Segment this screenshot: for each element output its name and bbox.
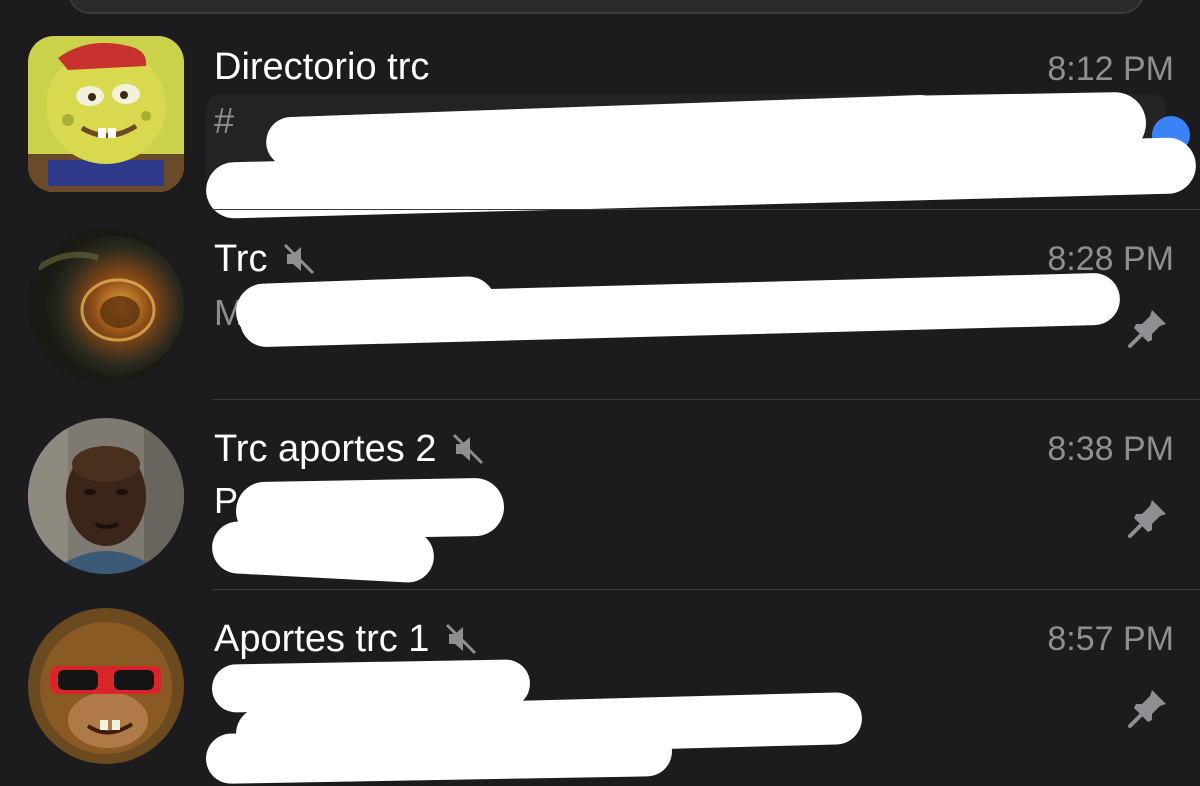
chat-title-line: Trc aportes 2: [214, 426, 486, 472]
pin-icon: [1128, 690, 1166, 728]
chat-time: 8:57 PM: [1047, 620, 1174, 658]
muted-speaker-icon: [443, 621, 479, 657]
chat-title-line: Directorio trc: [214, 44, 429, 90]
muted-speaker-icon: [281, 241, 317, 277]
redaction-mark: [205, 725, 673, 785]
monkey-sunglasses-avatar-image: [28, 608, 184, 764]
planet-avatar-image: [28, 228, 184, 384]
chat-title: Directorio trc: [214, 45, 430, 88]
pin-icon: [1128, 500, 1166, 538]
chat-row-trc[interactable]: Trc 8:28 PM M: [0, 210, 1200, 400]
sponge-cartoon-avatar: [28, 36, 184, 192]
chat-title: Trc: [214, 237, 268, 280]
chat-title: Trc aportes 2: [214, 427, 437, 470]
preview-prefix: P: [214, 480, 239, 521]
sponge-cartoon-avatar-image: [28, 36, 184, 192]
chat-row-aportes-trc-1[interactable]: Aportes trc 1 8:57 PM: [0, 590, 1200, 785]
monkey-sunglasses-avatar: [28, 608, 184, 764]
pin-icon: [1128, 310, 1166, 348]
chat-row-trc-aportes-2[interactable]: Trc aportes 2 8:38 PM P: [0, 400, 1200, 590]
chat-row-directorio-trc[interactable]: Directorio trc 8:12 PM #: [0, 20, 1200, 219]
chat-time: 8:12 PM: [1047, 50, 1174, 88]
redaction-mark: [210, 520, 436, 584]
chat-time: 8:38 PM: [1047, 430, 1174, 468]
man-face-avatar-image: [28, 418, 184, 574]
chat-title-line: Trc: [214, 236, 317, 282]
planet-avatar: [28, 228, 184, 384]
muted-speaker-icon: [450, 431, 486, 467]
chat-list: Directorio trc 8:12 PM # Trc 8:28 PM M T…: [0, 0, 1200, 786]
chat-title-line: Aportes trc 1: [214, 616, 479, 662]
preview-prefix: #: [214, 100, 235, 141]
man-face-avatar: [28, 418, 184, 574]
chat-title: Aportes trc 1: [214, 617, 430, 660]
